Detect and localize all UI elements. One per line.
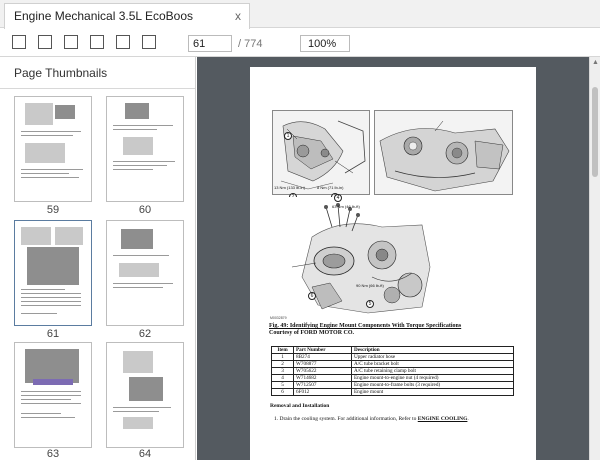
document-viewer[interactable]: 1 13 Nm (133 lb-in) 8 Nm (71 lb-in) 2 3 — [197, 57, 589, 460]
table-row: 1 8B274 Upper radiator hose — [271, 353, 514, 361]
thumbnail-label: 62 — [138, 328, 152, 340]
thumbnail-page-60[interactable] — [106, 96, 184, 202]
close-icon[interactable]: x — [235, 9, 241, 23]
torque-label: 63 Nm (46 lb-ft) — [332, 204, 360, 209]
figure-engine-mount — [272, 197, 432, 315]
thumbnail-label: 64 — [138, 448, 152, 460]
scroll-up-icon[interactable]: ▲ — [592, 59, 599, 66]
table-cell: W714682 — [293, 374, 352, 382]
table-cell: 6F012 — [293, 388, 352, 396]
torque-label: 13 Nm (133 lb-in) — [274, 185, 305, 190]
table-row: 3 W705622 A/C tube retaining clamp bolt — [271, 367, 514, 375]
table-cell: Upper radiator hose — [351, 353, 514, 361]
thumbnail-page-63[interactable] — [14, 342, 92, 448]
viewer-scrollbar[interactable]: ▲ — [589, 57, 600, 460]
thumbnail-sidebar: Page Thumbnails 59 60 61 62 63 64 — [0, 57, 196, 460]
table-cell: W705622 — [293, 367, 352, 375]
thumbnail-page-62[interactable] — [106, 220, 184, 326]
figure-detail-right — [374, 110, 513, 195]
caption-credit: Courtesy of FORD MOTOR CO. — [269, 330, 355, 336]
step-end: . — [467, 416, 469, 422]
download-icon[interactable] — [142, 35, 156, 49]
document-tab[interactable]: Engine Mechanical 3.5L EcoBoos x — [4, 3, 250, 29]
section-heading: Removal and Installation — [270, 403, 330, 409]
table-header-row: Item Part Number Description — [271, 346, 514, 354]
column-header: Item — [271, 346, 294, 354]
table-cell: Engine mount-to-frame bolts (3 required) — [351, 381, 514, 389]
rotate-icon[interactable] — [90, 35, 104, 49]
zoom-in-icon[interactable] — [64, 35, 78, 49]
scrollbar-thumb[interactable] — [592, 87, 598, 177]
caption-title: Fig. 49: Identifying Engine Mount Compon… — [269, 323, 462, 329]
table-cell: 6 — [271, 388, 294, 396]
thumbnail-page-59[interactable] — [14, 96, 92, 202]
table-cell: W712507 — [293, 381, 352, 389]
callout-marker: 6 — [308, 292, 316, 300]
torque-label: 8 Nm (71 lb-in) — [317, 185, 344, 190]
tab-title: Engine Mechanical 3.5L EcoBoos — [14, 9, 194, 23]
torque-label: 90 Nm (66 lb-ft) — [356, 283, 384, 288]
table-cell: 5 — [271, 381, 294, 389]
callout-marker: 1 — [284, 132, 292, 140]
thumbnail-page-61[interactable] — [14, 220, 92, 326]
thumbnail-label: 61 — [46, 328, 60, 340]
tab-bar: Engine Mechanical 3.5L EcoBoos x — [0, 0, 600, 29]
table-cell: A/C tube retaining clamp bolt — [351, 367, 514, 375]
column-header: Part Number — [293, 346, 352, 354]
thumbnail-page-64[interactable] — [106, 342, 184, 448]
figure-detail-left — [272, 110, 370, 195]
sidebar-toggle-icon[interactable] — [12, 35, 26, 49]
table-row: 6 6F012 Engine mount — [271, 388, 514, 396]
thumbnail-label: 63 — [46, 448, 60, 460]
page-number-input[interactable]: 61 — [188, 35, 232, 52]
figure-id: M0032879 — [270, 316, 287, 320]
table-cell: 2 — [271, 360, 294, 368]
step-text: 1. Drain the cooling system. For additio… — [274, 416, 417, 422]
callout-marker: 4 — [334, 194, 342, 202]
column-header: Description — [351, 346, 514, 354]
table-cell: Engine mount — [351, 388, 514, 396]
table-cell: 4 — [271, 374, 294, 382]
table-cell: W708877 — [293, 360, 352, 368]
sidebar-title: Page Thumbnails — [14, 66, 108, 80]
table-cell: 3 — [271, 367, 294, 375]
document-page: 1 13 Nm (133 lb-in) 8 Nm (71 lb-in) 2 3 — [250, 67, 536, 460]
divider — [0, 88, 195, 89]
table-row: 5 W712507 Engine mount-to-frame bolts (3… — [271, 381, 514, 389]
thumbnail-label: 60 — [138, 204, 152, 216]
print-icon[interactable] — [116, 35, 130, 49]
zoom-out-icon[interactable] — [38, 35, 52, 49]
zoom-input[interactable]: 100% — [300, 35, 350, 52]
table-cell: 1 — [271, 353, 294, 361]
table-row: 4 W714682 Engine mount-to-engine nut (4 … — [271, 374, 514, 382]
table-cell: Engine mount-to-engine nut (4 required) — [351, 374, 514, 382]
table-cell: 8B274 — [293, 353, 352, 361]
engine-cooling-link[interactable]: ENGINE COOLING — [418, 416, 468, 422]
toolbar: 61 / 774 100% — [0, 29, 600, 57]
table-row: 2 W708877 A/C tube bracket bolt — [271, 360, 514, 368]
procedure-step: 1. Drain the cooling system. For additio… — [274, 416, 524, 422]
table-cell: A/C tube bracket bolt — [351, 360, 514, 368]
spec-table: Item Part Number Description 1 8B274 Upp… — [271, 346, 514, 396]
page-total: / 774 — [238, 38, 263, 50]
callout-marker: 5 — [366, 300, 374, 308]
thumbnail-label: 59 — [46, 204, 60, 216]
figure-caption: Fig. 49: Identifying Engine Mount Compon… — [269, 323, 519, 337]
